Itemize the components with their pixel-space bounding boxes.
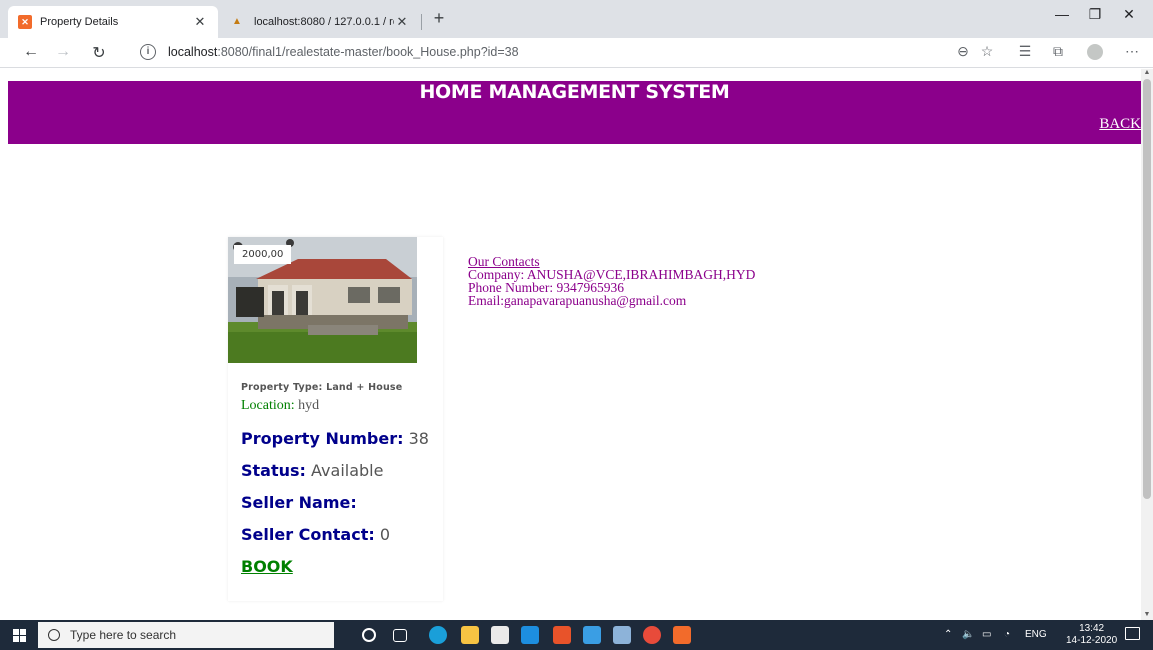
- tab-phpmyadmin[interactable]: ▲ localhost:8080 / 127.0.0.1 / reala ✕: [222, 6, 420, 38]
- network-icon[interactable]: ◔: [1004, 629, 1010, 640]
- windows-logo-icon: [12, 628, 26, 642]
- seller-name: Seller Name:: [241, 493, 357, 512]
- address-input[interactable]: localhost:8080/final1/realestate-master/…: [168, 45, 519, 59]
- battery-icon[interactable]: ▭: [982, 629, 991, 640]
- minimize-icon[interactable]: —: [1047, 6, 1077, 22]
- price-tag: 2000,00: [234, 245, 292, 264]
- url-path: :8080/final1/realestate-master/book_Hous…: [217, 45, 519, 59]
- close-window-icon[interactable]: ✕: [1114, 6, 1144, 23]
- search-placeholder: Type here to search: [70, 628, 177, 642]
- book-button[interactable]: BOOK: [241, 557, 293, 576]
- notification-icon[interactable]: [1125, 627, 1140, 640]
- restore-icon[interactable]: ❐: [1080, 6, 1110, 23]
- tab-title: localhost:8080 / 127.0.0.1 / reala: [254, 16, 394, 28]
- search-icon: [48, 629, 60, 641]
- photos-icon[interactable]: [613, 626, 631, 644]
- cortana-icon[interactable]: [362, 628, 376, 642]
- back-link[interactable]: BACK: [1099, 116, 1141, 133]
- tray-chevron-icon[interactable]: ⌃: [944, 629, 952, 640]
- xampp-favicon-icon: ✕: [18, 15, 32, 29]
- task-view-icon[interactable]: [393, 629, 407, 642]
- property-type: Property Type: Land + House: [241, 382, 402, 393]
- language-indicator[interactable]: ENG: [1025, 629, 1047, 640]
- mail-icon[interactable]: [521, 626, 539, 644]
- contact-email: Email:ganapavarapuanusha@gmail.com: [468, 293, 687, 308]
- store-icon[interactable]: [491, 626, 509, 644]
- vscode-icon[interactable]: [583, 626, 601, 644]
- phpmyadmin-favicon-icon: ▲: [232, 16, 242, 27]
- clock-date: 14-12-2020: [1066, 635, 1118, 646]
- property-location: Location: hyd: [241, 398, 319, 414]
- location-value: hyd: [298, 398, 320, 413]
- collections-icon[interactable]: ⧉: [1047, 43, 1069, 60]
- forward-arrow-icon[interactable]: →: [52, 43, 74, 61]
- favorites-list-icon[interactable]: ☰: [1014, 43, 1036, 60]
- xampp-icon[interactable]: [673, 626, 691, 644]
- property-number: Property Number: 38: [241, 429, 429, 448]
- taskbar-clock[interactable]: 13:42 14-12-2020: [1066, 623, 1117, 647]
- property-status: Status: Available: [241, 461, 383, 480]
- seller-contact-label: Seller Contact:: [241, 525, 375, 544]
- seller-contact-value: 0: [379, 525, 391, 544]
- tab-property-details[interactable]: ✕ Property Details ✕: [8, 6, 218, 38]
- browser-tab-bar: ✕ Property Details ✕ ▲ localhost:8080 / …: [0, 0, 1153, 38]
- contacts-section: Our Contacts Company: ANUSHA@VCE,IBRAHIM…: [468, 255, 755, 308]
- property-type-value: Land + House: [326, 382, 403, 393]
- location-label: Location:: [241, 398, 295, 413]
- seller-contact: Seller Contact: 0: [241, 525, 390, 544]
- start-button[interactable]: [0, 620, 38, 650]
- more-menu-icon[interactable]: ⋯: [1121, 43, 1143, 60]
- chrome-icon[interactable]: [643, 626, 661, 644]
- office-icon[interactable]: [553, 626, 571, 644]
- taskbar-search-input[interactable]: Type here to search: [38, 622, 334, 648]
- property-number-label: Property Number:: [241, 429, 404, 448]
- page-title: HOME MANAGEMENT SYSTEM: [419, 81, 730, 103]
- windows-taskbar: Type here to search ⌃ 🔈 ▭ ◔ ENG 13:42 14…: [0, 620, 1153, 650]
- property-card: 2000,00 Property Type: Land + House Loca…: [228, 237, 443, 601]
- url-host: localhost: [168, 45, 218, 59]
- clock-time: 13:42: [1079, 623, 1105, 634]
- favorite-star-icon[interactable]: ☆: [976, 43, 998, 60]
- scroll-down-icon[interactable]: ▼: [1143, 611, 1151, 618]
- new-tab-button[interactable]: +: [428, 8, 450, 29]
- status-value: Available: [311, 461, 384, 480]
- address-toolbar: ← → ↻ i localhost:8080/final1/realestate…: [0, 38, 1153, 68]
- tab-separator: [421, 14, 422, 30]
- file-explorer-icon[interactable]: [461, 626, 479, 644]
- page-scrollbar[interactable]: ▲ ▼: [1141, 69, 1153, 620]
- property-number-value: 38: [408, 429, 429, 448]
- scroll-up-icon[interactable]: ▲: [1143, 69, 1151, 76]
- edge-icon[interactable]: [429, 626, 447, 644]
- scroll-thumb[interactable]: [1143, 79, 1151, 499]
- zoom-icon[interactable]: ⊖: [952, 43, 974, 60]
- back-arrow-icon[interactable]: ←: [20, 43, 42, 61]
- profile-avatar[interactable]: [1087, 44, 1103, 60]
- refresh-icon[interactable]: ↻: [88, 43, 110, 63]
- site-info-icon[interactable]: i: [140, 44, 156, 60]
- property-photo: 2000,00: [228, 237, 417, 363]
- volume-icon[interactable]: 🔈: [962, 629, 974, 640]
- status-label: Status:: [241, 461, 306, 480]
- tab-close-icon[interactable]: ✕: [394, 14, 410, 30]
- seller-name-label: Seller Name:: [241, 493, 357, 512]
- site-header: HOME MANAGEMENT SYSTEM BACK: [8, 81, 1141, 144]
- tab-close-icon[interactable]: ✕: [192, 14, 208, 30]
- property-type-label: Property Type:: [241, 382, 323, 393]
- tab-title: Property Details: [40, 16, 119, 28]
- page-viewport: HOME MANAGEMENT SYSTEM BACK 2000,00 Prop…: [0, 69, 1153, 620]
